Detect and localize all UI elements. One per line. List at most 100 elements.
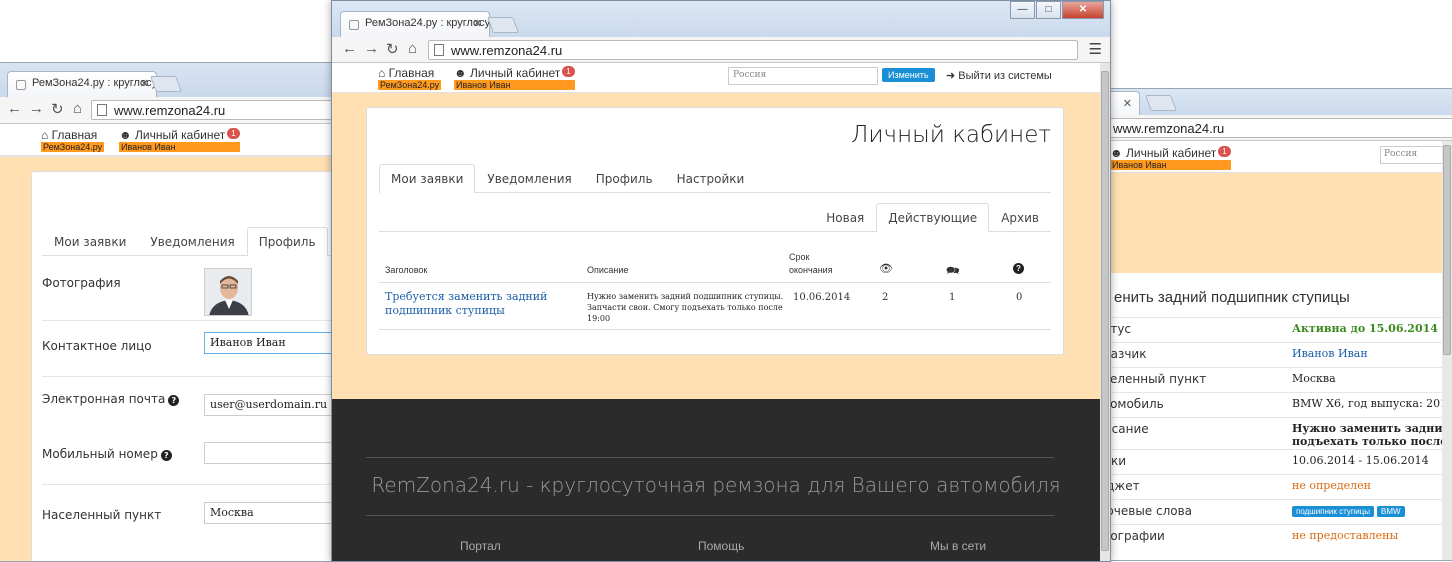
browser-tab[interactable]: РемЗона24.ру : круглосу ✕: [7, 71, 157, 97]
logout-icon: ➜: [946, 70, 956, 82]
request-title-link[interactable]: Требуется заменить задний подшипник ступ…: [385, 290, 547, 318]
region-input[interactable]: Россия: [728, 67, 878, 85]
details-row: татус Активна до 15.06.2014: [1096, 317, 1452, 342]
user-icon: ☻: [454, 66, 467, 80]
contact-input[interactable]: Иванов Иван: [204, 332, 342, 354]
tab-notifications[interactable]: Уведомления: [475, 164, 583, 193]
forward-icon[interactable]: →: [29, 100, 44, 117]
browser-window-left: РемЗона24.ру : круглосу ✕ ← → ↻ ⌂ www.re…: [0, 62, 343, 562]
address-bar[interactable]: www.remzona24.ru: [1096, 118, 1452, 138]
url-text: www.remzona24.ru: [114, 103, 226, 118]
nav-cabinet-label: Личный кабинет: [134, 128, 226, 142]
email-input[interactable]: user@userdomain.ru: [204, 394, 342, 416]
email-label-text: Электронная почта: [42, 392, 166, 406]
footer-portal[interactable]: Портал: [460, 539, 501, 553]
address-bar[interactable]: www.remzona24.ru: [428, 40, 1078, 60]
city-label: Населенный пункт: [42, 508, 162, 522]
details-value[interactable]: Иванов Иван: [1292, 347, 1368, 360]
change-region-button[interactable]: Изменить: [882, 68, 935, 82]
details-value-text: подъехать только после 19: [1292, 435, 1452, 448]
nav-cabinet[interactable]: ☻ Личный кабинет 1 Иванов Иван: [119, 128, 240, 152]
divider: [42, 376, 342, 377]
tab-profile[interactable]: Профиль: [246, 227, 328, 256]
new-tab-button[interactable]: [150, 76, 182, 92]
scrollbar-thumb[interactable]: [1101, 71, 1109, 551]
avatar[interactable]: [204, 268, 252, 316]
user-icon: ☻: [119, 128, 132, 142]
back-icon[interactable]: ←: [7, 100, 22, 117]
url-text: www.remzona24.ru: [451, 43, 563, 58]
request-comments: 1: [949, 292, 956, 303]
home-icon: ⌂: [41, 128, 49, 142]
new-tab-button[interactable]: [487, 17, 519, 33]
nav-cabinet-sub: Иванов Иван: [454, 80, 575, 90]
logout-link[interactable]: ➜ Выйти из системы: [946, 69, 1052, 82]
photo-label: Фотография: [42, 276, 121, 290]
scrollbar[interactable]: [1100, 63, 1110, 561]
favicon-icon: [16, 80, 26, 90]
tab-my-requests[interactable]: Мои заявки: [379, 164, 476, 193]
page-icon: [434, 44, 444, 56]
subtab-new[interactable]: Новая: [814, 203, 876, 232]
details-row: аказчик Иванов Иван: [1096, 342, 1452, 367]
footer-social[interactable]: Мы в сети: [930, 539, 986, 553]
details-row: отографии не предоставлены: [1096, 524, 1452, 549]
peach-background: [1096, 173, 1452, 273]
table-row[interactable]: Требуется заменить задний подшипник ступ…: [379, 282, 1051, 330]
tab-settings[interactable]: Настройки: [665, 164, 757, 193]
help-icon[interactable]: ?: [160, 450, 172, 461]
nav-cabinet[interactable]: ☻ Личный кабинет 1 Иванов Иван: [1110, 146, 1231, 170]
close-icon[interactable]: ✕: [140, 77, 149, 90]
details-value: Нужно заменить задний поподъехать только…: [1292, 422, 1452, 448]
cabinet-tabs: Мои заявки Уведомления Профиль Настройки: [379, 163, 1051, 193]
keyword-tag[interactable]: BMW: [1377, 506, 1405, 517]
subtab-archive[interactable]: Архив: [989, 203, 1051, 232]
tab-strip: у ✕: [1096, 89, 1452, 117]
tab-profile[interactable]: Профиль: [584, 164, 665, 193]
help-icon[interactable]: ?: [168, 395, 180, 406]
col-deadline-2: окончания: [789, 265, 833, 275]
scrollbar[interactable]: [1442, 141, 1452, 560]
back-icon[interactable]: ←: [342, 40, 357, 57]
window-close-icon[interactable]: ✕: [1062, 1, 1104, 19]
keyword-tag[interactable]: подшипник ступицы: [1292, 506, 1374, 517]
tab-my-requests[interactable]: Мои заявки: [42, 227, 138, 256]
subtab-active[interactable]: Действующие: [876, 203, 990, 232]
nav-cabinet-label: Личный кабинет: [469, 66, 561, 80]
nav-home[interactable]: ⌂ Главная РемЗона24.ру: [378, 66, 442, 90]
footer-help[interactable]: Помощь: [698, 539, 744, 553]
city-select[interactable]: Москва: [204, 502, 342, 524]
details-value: не предоставлены: [1292, 529, 1398, 542]
notification-badge: 1: [227, 128, 240, 139]
details-row: втомобиль BMW X6, год выпуска: 2014: [1096, 392, 1452, 417]
logout-label: Выйти из системы: [958, 70, 1052, 82]
nav-cabinet[interactable]: ☻ Личный кабинет 1 Иванов Иван: [454, 66, 575, 90]
nav-cabinet-label: Личный кабинет: [1125, 146, 1217, 160]
address-bar[interactable]: www.remzona24.ru: [91, 100, 342, 120]
request-details: енить задний подшипник ступицы татус Акти…: [1096, 273, 1452, 560]
details-value: Активна до 15.06.2014: [1292, 322, 1438, 335]
menu-icon[interactable]: ☰: [1089, 40, 1102, 58]
close-icon[interactable]: ✕: [473, 17, 482, 30]
maximize-icon[interactable]: □: [1036, 1, 1061, 19]
request-title-1: Требуется заменить задний: [385, 290, 548, 303]
footer-divider: [366, 457, 1054, 458]
reload-icon[interactable]: ↻: [386, 40, 399, 58]
home-icon[interactable]: ⌂: [408, 40, 417, 57]
reload-icon[interactable]: ↻: [51, 100, 64, 118]
forward-icon[interactable]: →: [364, 40, 379, 57]
browser-toolbar: ← → ↻ ⌂ www.remzona24.ru: [0, 97, 342, 124]
scrollbar-thumb[interactable]: [1443, 145, 1451, 355]
home-icon[interactable]: ⌂: [73, 100, 82, 117]
url-text: www.remzona24.ru: [1113, 121, 1225, 136]
request-desc-3: 19:00: [587, 314, 611, 323]
minimize-icon[interactable]: —: [1010, 1, 1035, 19]
nav-home[interactable]: ⌂ Главная РемЗона24.ру: [41, 128, 105, 152]
mobile-input[interactable]: [204, 442, 342, 464]
close-icon[interactable]: ✕: [1123, 97, 1132, 110]
details-key: аселенный пункт: [1096, 372, 1207, 386]
new-tab-button[interactable]: [1145, 95, 1177, 111]
browser-tab[interactable]: РемЗона24.ру : круглосу ✕: [340, 11, 490, 37]
details-value-text: 10.06.2014 - 15.06.2014: [1292, 454, 1429, 467]
tab-notifications[interactable]: Уведомления: [138, 227, 246, 256]
